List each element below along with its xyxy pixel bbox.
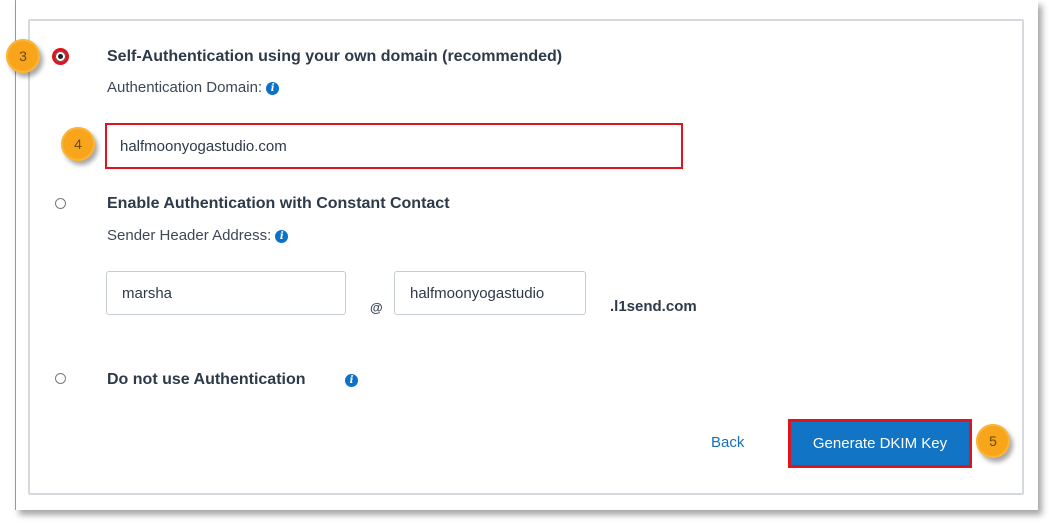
info-icon[interactable]: i bbox=[275, 230, 289, 243]
sender-domain-part-input[interactable]: halfmoonyogastudio bbox=[394, 271, 586, 315]
option-title-no-authentication: Do not use Authentication bbox=[107, 371, 306, 388]
authentication-domain-label-text: Authentication Domain: bbox=[107, 79, 263, 96]
step-marker-5: 5 bbox=[976, 424, 1010, 458]
authentication-domain-label: Authentication Domain: i bbox=[107, 79, 280, 96]
send-domain-suffix: .l1send.com bbox=[610, 298, 697, 315]
info-icon[interactable]: i bbox=[345, 374, 358, 387]
option-title-constant-contact: Enable Authentication with Constant Cont… bbox=[107, 195, 450, 212]
back-link[interactable]: Back bbox=[711, 434, 744, 451]
radio-constant-contact[interactable] bbox=[55, 198, 66, 209]
authentication-domain-input[interactable]: halfmoonyogastudio.com bbox=[105, 123, 683, 169]
sender-header-label-text: Sender Header Address: bbox=[107, 227, 272, 244]
radio-no-authentication[interactable] bbox=[55, 373, 66, 384]
info-icon[interactable]: i bbox=[266, 82, 280, 95]
at-symbol: @ bbox=[370, 300, 383, 315]
step-marker-4: 4 bbox=[61, 127, 95, 161]
option-title-self-authentication: Self-Authentication using your own domai… bbox=[107, 48, 563, 65]
step-marker-3: 3 bbox=[6, 39, 40, 73]
sender-local-part-input[interactable]: marsha bbox=[106, 271, 346, 315]
generate-dkim-key-button[interactable]: Generate DKIM Key bbox=[788, 419, 972, 468]
sender-header-label: Sender Header Address: i bbox=[107, 227, 289, 244]
radio-self-authentication[interactable] bbox=[55, 51, 66, 62]
